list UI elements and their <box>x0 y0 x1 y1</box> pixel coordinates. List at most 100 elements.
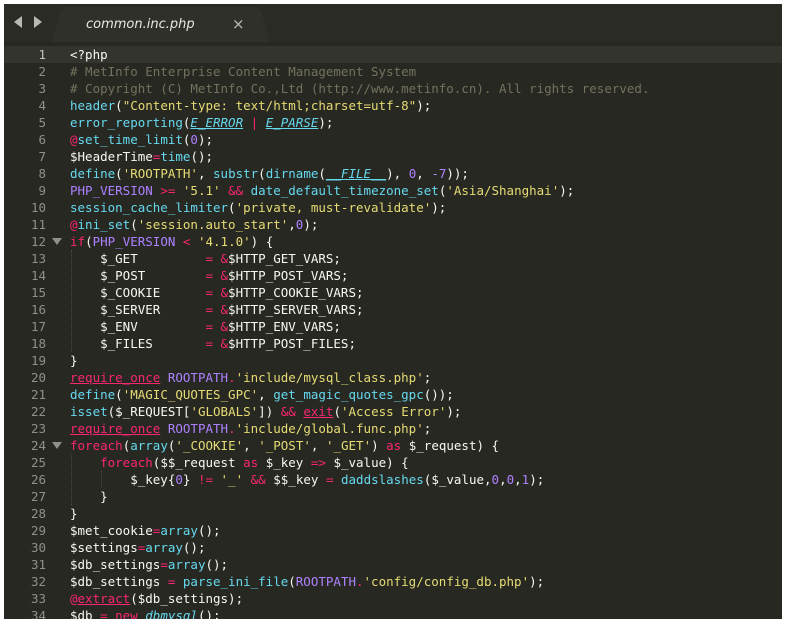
code-token: new <box>115 608 138 619</box>
code-line[interactable]: 21 define('MAGIC_QUOTES_GPC', get_magic_q… <box>4 386 782 403</box>
code-line[interactable]: 19} <box>4 352 782 369</box>
code-token: , <box>514 472 522 487</box>
line-number: 12 <box>30 234 46 249</box>
code-line[interactable]: 11 @ini_set('session.auto_start',0); <box>4 216 782 233</box>
fold-arrow-icon[interactable] <box>52 442 62 449</box>
code-token: # MetInfo Enterprise Content Management … <box>70 64 417 79</box>
code-line[interactable]: 7 $HeaderTime=time(); <box>4 148 782 165</box>
chevron-left-icon[interactable] <box>12 15 24 29</box>
code-token: dirname <box>265 166 319 181</box>
code-token: = & <box>205 268 229 283</box>
fold-arrow-icon[interactable] <box>52 238 62 245</box>
code-line[interactable]: 20 require_once ROOTPATH.'include/mysql_c… <box>4 369 782 386</box>
code-token: ]) <box>258 404 281 419</box>
code-token: != <box>197 472 214 487</box>
code-token: get_magic_quotes_gpc <box>273 387 424 402</box>
code-token: substr <box>213 166 259 181</box>
code-line[interactable]: 18 $_FILES = &$HTTP_POST_FILES; <box>4 335 782 352</box>
code-token: ( <box>115 98 123 113</box>
code-text: @ini_set('session.auto_start',0); <box>70 216 318 233</box>
line-number: 14 <box>30 268 46 283</box>
code-editor[interactable]: 1 <?php 2 # MetInfo Enterprise Content Mana… <box>4 42 782 619</box>
code-token: ); <box>529 574 545 589</box>
code-text: foreach(array('_COOKIE', '_POST', '_GET'… <box>70 437 499 454</box>
close-icon[interactable]: × <box>232 15 245 33</box>
code-text: $db_settings=array(); <box>70 556 228 573</box>
code-line[interactable]: 13 $_GET = &$HTTP_GET_VARS; <box>4 250 782 267</box>
code-token: ($_REQUEST[ <box>107 404 191 419</box>
code-line[interactable]: 17 $_ENV = &$HTTP_ENV_VARS; <box>4 318 782 335</box>
code-token: && <box>220 183 251 198</box>
code-token: , <box>288 217 296 232</box>
code-line[interactable]: 27 } <box>4 488 782 505</box>
code-token: ) <box>371 438 387 453</box>
code-line[interactable]: 34 $db = new dbmysql(); <box>4 607 782 619</box>
line-number: 20 <box>30 370 46 385</box>
code-line[interactable]: 32 $db_settings = parse_ini_file(ROOTPATH… <box>4 573 782 590</box>
code-text: require_once ROOTPATH.'include/global.fu… <box>70 420 431 437</box>
code-text: PHP_VERSION >= '5.1' && date_default_tim… <box>70 182 574 199</box>
code-token: '_COOKIE' <box>175 438 244 453</box>
code-line[interactable]: 8 define('ROOTPATH', substr(dirname(__FIL… <box>4 165 782 182</box>
tab-common-inc-php[interactable]: common.inc.php × <box>62 7 260 42</box>
code-line[interactable]: 1 <?php <box>4 46 782 63</box>
code-line[interactable]: 26 $_key{0} != '_' && $$_key = daddslash… <box>4 471 782 488</box>
code-text: if(PHP_VERSION < '4.1.0') { <box>70 233 273 250</box>
code-token: $HTTP_POST_FILES; <box>228 336 356 351</box>
code-line[interactable]: 22 isset($_REQUEST['GLOBALS']) && exit('A… <box>4 403 782 420</box>
code-line[interactable]: 6 @set_time_limit(0); <box>4 131 782 148</box>
code-token: define <box>70 387 116 402</box>
code-token: ROOTPATH <box>295 574 356 589</box>
code-line[interactable]: 4 header("Content-type: text/html;charset… <box>4 97 782 114</box>
code-line[interactable]: 29 $met_cookie=array(); <box>4 522 782 539</box>
code-token: 'Access Error' <box>340 404 447 419</box>
code-token: 'config/config_db.php' <box>363 574 530 589</box>
code-token: -7 <box>431 166 447 181</box>
code-token: } <box>70 353 78 368</box>
code-token: time <box>160 149 191 164</box>
code-token: '5.1' <box>182 183 221 198</box>
code-token: header <box>70 98 116 113</box>
code-line[interactable]: 33 @extract($db_settings); <box>4 590 782 607</box>
line-number: 34 <box>30 608 46 619</box>
code-line[interactable]: 10 session_cache_limiter('private, must-r… <box>4 199 782 216</box>
code-token: (); <box>190 149 214 164</box>
code-line[interactable]: 15 $_COOKIE = &$HTTP_COOKIE_VARS; <box>4 284 782 301</box>
code-token: $_SERVER <box>70 302 206 317</box>
code-token: $HTTP_COOKIE_VARS; <box>228 285 364 300</box>
code-text: $db = new dbmysql(); <box>70 607 221 619</box>
code-line[interactable]: 9 PHP_VERSION >= '5.1' && date_default_ti… <box>4 182 782 199</box>
line-number: 27 <box>30 489 46 504</box>
line-number: 5 <box>38 115 46 130</box>
code-line[interactable]: 28} <box>4 505 782 522</box>
line-number: 22 <box>30 404 46 419</box>
code-token: require_once <box>70 421 161 436</box>
code-line[interactable]: 12 if(PHP_VERSION < '4.1.0') { <box>4 233 782 250</box>
code-line[interactable]: 30 $settings=array(); <box>4 539 782 556</box>
line-number: 18 <box>30 336 46 351</box>
code-token: )); <box>446 166 469 181</box>
code-token: $settings <box>70 540 138 555</box>
code-line[interactable]: 31 $db_settings=array(); <box>4 556 782 573</box>
code-line[interactable]: 25 foreach($$_request as $_key => $_valu… <box>4 454 782 471</box>
code-line[interactable]: 3 # Copyright (C) MetInfo Co.,Ltd (http:/… <box>4 80 782 97</box>
code-token: require_once <box>70 370 161 385</box>
code-line[interactable]: 14 $_POST = &$HTTP_POST_VARS; <box>4 267 782 284</box>
code-token: E_ERROR <box>190 115 244 130</box>
code-text: $HeaderTime=time(); <box>70 148 213 165</box>
code-line[interactable]: 23 require_once ROOTPATH.'include/global.… <box>4 420 782 437</box>
code-line[interactable]: 24 foreach(array('_COOKIE', '_POST', '_GE… <box>4 437 782 454</box>
line-number: 28 <box>30 506 46 521</box>
code-line[interactable]: 5 error_reporting(E_ERROR | E_PARSE); <box>4 114 782 131</box>
chevron-right-icon[interactable] <box>32 15 44 29</box>
code-token: array <box>160 523 198 538</box>
code-text: error_reporting(E_ERROR | E_PARSE); <box>70 114 333 131</box>
code-token: 'GLOBALS' <box>190 404 259 419</box>
code-token: 'session.auto_start' <box>137 217 289 232</box>
code-token: (); <box>197 608 221 619</box>
code-line[interactable]: 16 $_SERVER = &$HTTP_SERVER_VARS; <box>4 301 782 318</box>
code-line[interactable]: 2 # MetInfo Enterprise Content Management… <box>4 63 782 80</box>
code-token: 'Asia/Shanghai' <box>446 183 560 198</box>
